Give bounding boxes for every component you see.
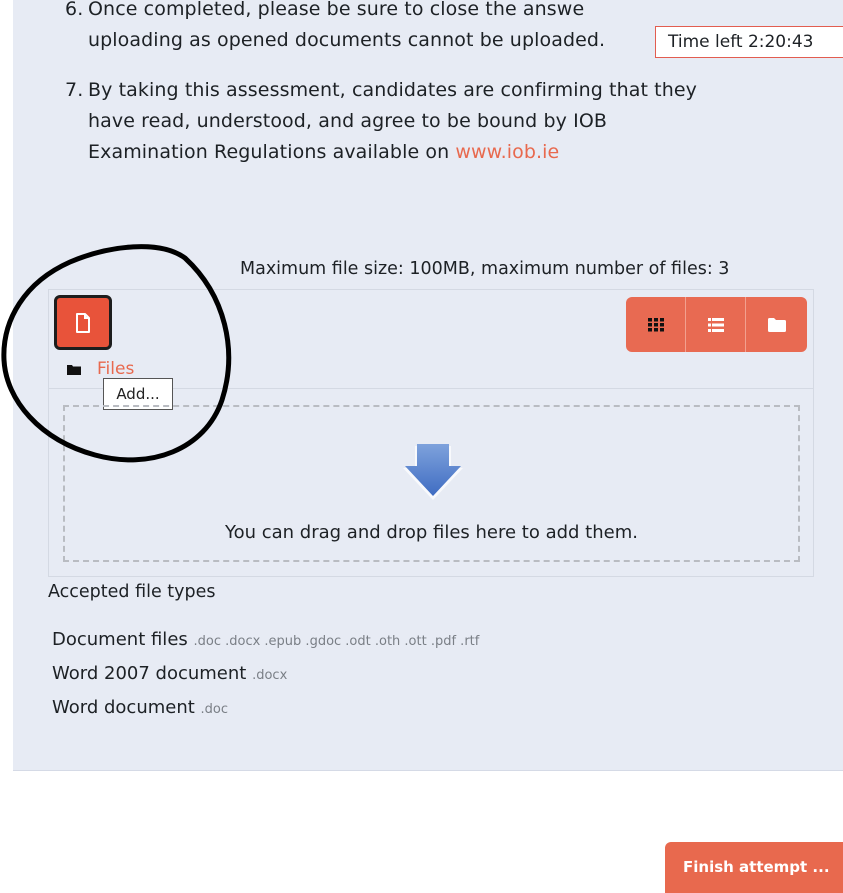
file-manager: Files Add... You can drag and drop files… bbox=[48, 289, 814, 577]
view-icons-button[interactable] bbox=[626, 297, 686, 352]
file-type-row: Document files .doc .docx .epub .gdoc .o… bbox=[52, 624, 479, 658]
accepted-file-types-list: Document files .doc .docx .epub .gdoc .o… bbox=[52, 624, 479, 726]
instruction-line: have read, understood, and agree to be b… bbox=[88, 110, 608, 132]
iob-link[interactable]: www.iob.ie bbox=[455, 141, 559, 163]
drop-zone-text: You can drag and drop files here to add … bbox=[225, 522, 638, 543]
instruction-line: Once completed, please be sure to close … bbox=[88, 0, 585, 20]
files-breadcrumb[interactable]: Files bbox=[97, 359, 134, 379]
grid-icon bbox=[647, 317, 664, 331]
file-type-extensions: .doc bbox=[200, 702, 229, 717]
view-list-button[interactable] bbox=[686, 297, 746, 352]
view-tree-button[interactable] bbox=[746, 297, 807, 352]
time-left-timer: Time left 2:20:43 bbox=[655, 26, 843, 58]
file-icon bbox=[76, 312, 90, 333]
file-type-name: Word 2007 document bbox=[52, 663, 247, 684]
drop-zone[interactable]: You can drag and drop files here to add … bbox=[63, 405, 800, 562]
finish-attempt-button[interactable]: Finish attempt ... bbox=[665, 842, 843, 893]
file-type-name: Word document bbox=[52, 697, 195, 718]
file-type-row: Word 2007 document .docx bbox=[52, 658, 479, 692]
instruction-line: By taking this assessment, candidates ar… bbox=[88, 79, 697, 101]
file-type-row: Word document .doc bbox=[52, 692, 479, 726]
view-mode-buttons bbox=[626, 297, 807, 352]
file-type-name: Document files bbox=[52, 629, 188, 650]
down-arrow-icon bbox=[403, 444, 463, 500]
add-file-button[interactable] bbox=[54, 295, 112, 350]
file-type-extensions: .doc .docx .epub .gdoc .odt .oth .ott .p… bbox=[193, 634, 480, 649]
folder-icon bbox=[767, 317, 786, 332]
folder-icon bbox=[67, 365, 81, 375]
file-type-extensions: .docx bbox=[252, 668, 288, 683]
accepted-file-types-heading: Accepted file types bbox=[48, 582, 216, 602]
instruction-line: uploading as opened documents cannot be … bbox=[88, 29, 606, 51]
instruction-number: 6. bbox=[65, 0, 84, 20]
list-icon bbox=[707, 317, 724, 332]
file-manager-toolbar: Files Add... bbox=[49, 290, 813, 410]
instruction-text: By taking this assessment, candidates ar… bbox=[88, 75, 788, 168]
instruction-line: Examination Regulations available on bbox=[88, 141, 456, 163]
instruction-number: 7. bbox=[65, 79, 84, 101]
max-file-size-info: Maximum file size: 100MB, maximum number… bbox=[240, 259, 730, 279]
